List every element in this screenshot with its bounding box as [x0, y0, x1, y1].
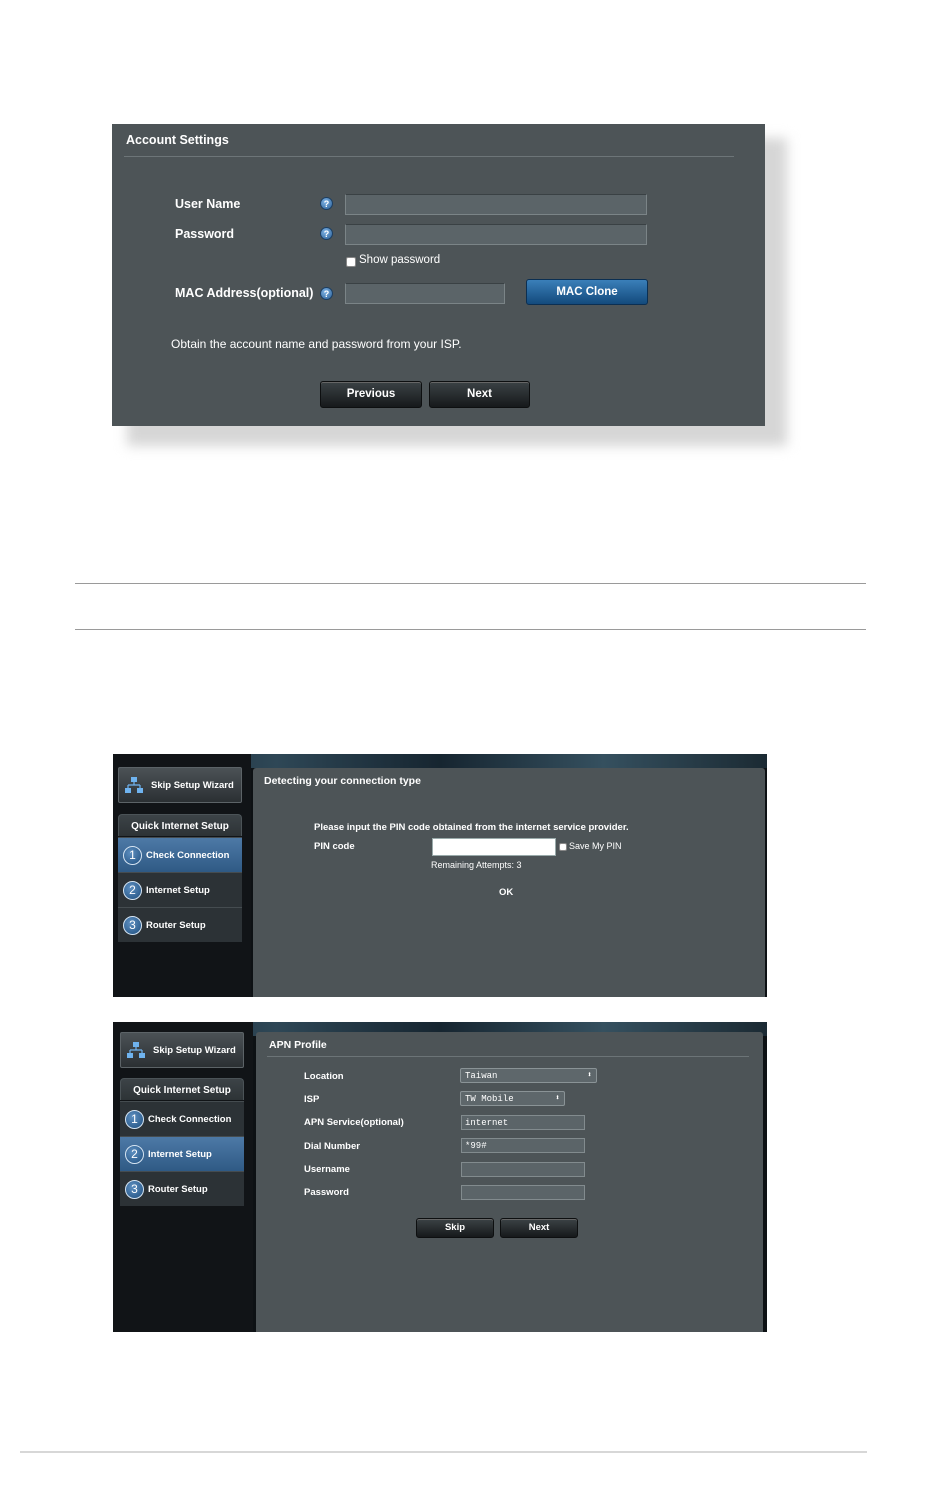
step-label: Router Setup [148, 1184, 208, 1195]
dial-number-label: Dial Number [304, 1141, 360, 1152]
username-input[interactable] [345, 194, 647, 215]
previous-button[interactable]: Previous [320, 381, 422, 408]
step-number-icon: 2 [125, 1145, 144, 1164]
username-input[interactable] [461, 1162, 585, 1177]
apn-wizard-screenshot: Skip Setup Wizard Quick Internet Setup 1… [113, 1022, 767, 1332]
step-number-icon: 2 [123, 881, 142, 900]
step-router-setup[interactable]: 3 Router Setup [120, 1171, 244, 1206]
content-title: APN Profile [269, 1039, 327, 1051]
step-label: Check Connection [148, 1114, 232, 1125]
help-icon[interactable]: ? [320, 287, 333, 300]
content-title: Detecting your connection type [264, 775, 421, 787]
step-check-connection[interactable]: 1 Check Connection [120, 1101, 244, 1136]
apn-service-input[interactable]: internet [461, 1115, 585, 1130]
pin-instruction: Please input the PIN code obtained from … [314, 822, 629, 833]
step-check-connection[interactable]: 1 Check Connection [118, 837, 242, 872]
divider [267, 1056, 749, 1057]
select-arrow-icon: ⬍ [555, 1094, 560, 1103]
location-label: Location [304, 1071, 344, 1082]
step-label: Internet Setup [146, 885, 210, 896]
skip-label: Skip Setup Wizard [151, 780, 234, 791]
apn-content-area: APN Profile Location Taiwan ⬍ ISP TW Mob… [256, 1032, 763, 1332]
password-label: Password [175, 227, 235, 241]
select-arrow-icon: ⬍ [587, 1071, 592, 1080]
divider [75, 583, 866, 584]
skip-label: Skip Setup Wizard [153, 1045, 236, 1056]
isp-value: TW Mobile [465, 1094, 514, 1104]
skip-setup-wizard-button[interactable]: Skip Setup Wizard [120, 1032, 244, 1068]
quick-setup-header: Quick Internet Setup [118, 814, 242, 836]
mac-clone-button[interactable]: MAC Clone [526, 279, 648, 305]
dial-number-input[interactable]: *99# [461, 1138, 585, 1153]
show-password-checkbox[interactable] [346, 257, 356, 267]
isp-hint-text: Obtain the account name and password fro… [171, 337, 462, 351]
remaining-attempts: Remaining Attempts: 3 [431, 860, 522, 870]
network-icon [125, 777, 143, 793]
help-icon[interactable]: ? [320, 197, 333, 210]
step-number-icon: 3 [125, 1180, 144, 1199]
step-label: Router Setup [146, 920, 206, 931]
divider [124, 156, 734, 157]
step-internet-setup[interactable]: 2 Internet Setup [118, 872, 242, 907]
save-pin-checkbox[interactable] [559, 843, 567, 851]
username-label: Username [304, 1164, 350, 1175]
pin-code-label: PIN code [314, 841, 355, 852]
save-pin-label: Save My PIN [569, 841, 622, 851]
step-internet-setup[interactable]: 2 Internet Setup [120, 1136, 244, 1171]
skip-button[interactable]: Skip [416, 1218, 494, 1238]
step-number-icon: 1 [123, 846, 142, 865]
isp-label: ISP [304, 1094, 320, 1105]
show-password-label: Show password [359, 254, 441, 266]
isp-select[interactable]: TW Mobile ⬍ [460, 1091, 565, 1106]
step-label: Check Connection [146, 850, 230, 861]
step-router-setup[interactable]: 3 Router Setup [118, 907, 242, 942]
quick-setup-header: Quick Internet Setup [120, 1078, 244, 1100]
help-icon[interactable]: ? [320, 227, 333, 240]
ok-button[interactable]: OK [499, 887, 513, 898]
password-input[interactable] [461, 1185, 585, 1200]
pin-content-area: Detecting your connection type Please in… [253, 768, 765, 997]
mac-address-input[interactable] [345, 283, 505, 304]
location-value: Taiwan [465, 1071, 498, 1081]
password-input[interactable] [345, 224, 647, 245]
location-select[interactable]: Taiwan ⬍ [460, 1068, 597, 1083]
mac-address-label: MAC Address(optional) [175, 286, 314, 300]
username-label: User Name [175, 197, 241, 211]
network-icon [127, 1042, 145, 1058]
step-label: Internet Setup [148, 1149, 212, 1160]
password-label: Password [304, 1187, 349, 1198]
step-number-icon: 1 [125, 1110, 144, 1129]
footer-divider [20, 1451, 867, 1453]
divider [75, 629, 866, 630]
step-number-icon: 3 [123, 916, 142, 935]
panel-title: Account Settings [126, 133, 229, 147]
account-settings-panel: Account Settings User Name ? Password ? … [112, 124, 765, 426]
pin-wizard-screenshot: Skip Setup Wizard Quick Internet Setup 1… [113, 754, 767, 997]
next-button[interactable]: Next [429, 381, 530, 408]
apn-service-label: APN Service(optional) [304, 1117, 404, 1128]
pin-code-input[interactable] [432, 838, 556, 856]
next-button[interactable]: Next [500, 1218, 578, 1238]
skip-setup-wizard-button[interactable]: Skip Setup Wizard [118, 767, 242, 803]
